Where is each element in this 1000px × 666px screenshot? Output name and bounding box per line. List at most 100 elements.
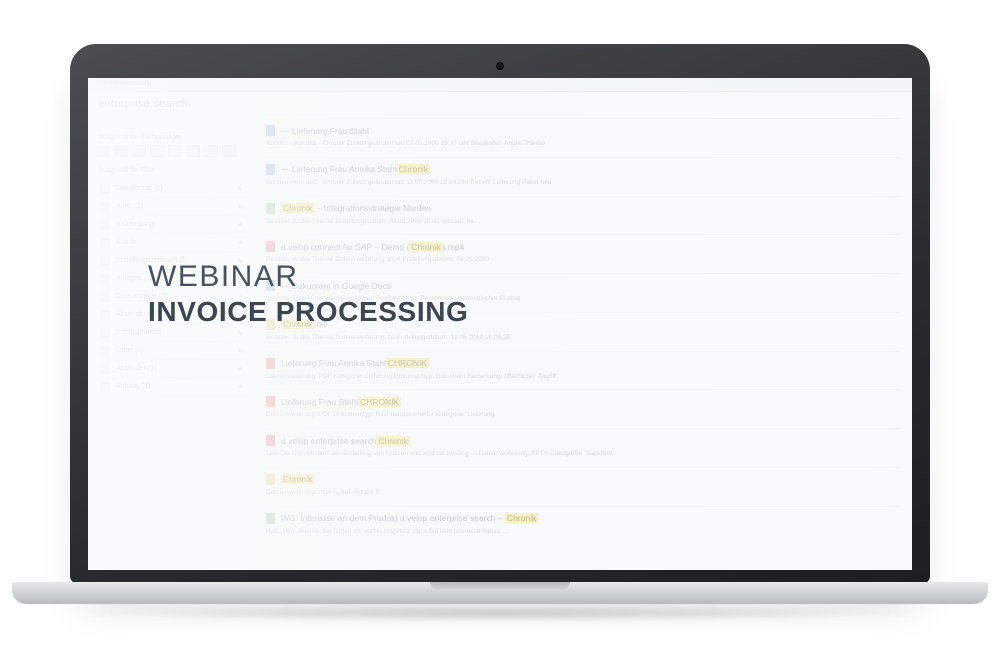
highlight: CHRONIK xyxy=(358,397,401,407)
filter-row[interactable]: Anhang (1) ▾ xyxy=(96,378,246,396)
filter-icon xyxy=(100,184,110,194)
chevron-down-icon: ▾ xyxy=(238,365,242,373)
result-title: — Lieferung Frau Annika StahlChronik xyxy=(281,164,430,174)
app-brand: enterprise search xyxy=(98,98,188,110)
filter-row[interactable]: Absender (1) ▾ xyxy=(96,306,246,324)
chevron-down-icon: ▾ xyxy=(238,185,242,193)
chevron-down-icon: ▾ xyxy=(238,383,242,391)
laptop-frame: Unternehmenssuche enterprise search Ausg… xyxy=(70,44,930,584)
chevron-down-icon: ▾ xyxy=(238,275,242,283)
filter-label: Erstellungszeitraum (1) xyxy=(116,257,188,264)
filter-row[interactable]: Absender (1)▾ xyxy=(96,360,246,378)
highlight: Chronik xyxy=(409,242,442,252)
doc-icon xyxy=(266,474,275,485)
filter-label: Absender (1) xyxy=(116,311,156,318)
filter-label: Anlagen (1) xyxy=(116,275,152,282)
result-item[interactable]: Chronik Dateierweiterung: mp4 Aufruf-Anza… xyxy=(260,467,900,506)
filter-icon xyxy=(100,346,110,356)
filter-label: Dateianzeige (2) xyxy=(116,293,167,300)
app-screenshot: Unternehmenssuche enterprise search Ausg… xyxy=(88,78,912,570)
result-meta: Besitzer: Andre Thieme Dateierweiterung:… xyxy=(266,333,894,343)
filter-label: Erfolgspriorität xyxy=(116,329,161,336)
filter-row[interactable]: Erfolgspriorität ▾ xyxy=(96,324,246,342)
result-title: Chronik – Integrationsstrategie Norden xyxy=(281,203,431,213)
filter-row[interactable]: Erstellungszeitraum (1)▾ xyxy=(96,252,246,270)
filter-label: Kunde xyxy=(116,239,136,246)
filter-row[interactable]: Label (1) ▾ xyxy=(96,342,246,360)
chevron-down-icon: ▾ xyxy=(238,221,242,229)
filter-icon xyxy=(100,310,110,320)
section-filters: Ausgewählte Filter xyxy=(98,167,246,174)
chevron-down-icon: ▾ xyxy=(238,293,242,301)
provider-icon[interactable] xyxy=(168,145,182,157)
provider-toolbar xyxy=(96,145,246,157)
filter-row[interactable]: Kunde ▾ xyxy=(96,234,246,252)
filter-row[interactable]: Bearbeitung▾ xyxy=(96,216,246,234)
filter-icon xyxy=(100,220,110,230)
result-meta: Dateierweiterung: mp4 Aufruf-Anzahl: 0 xyxy=(266,488,894,498)
result-item[interactable]: Chronik.txt Besitzer: Andre Thieme Dateie… xyxy=(260,312,900,351)
filter-row[interactable]: Dateiformat (1)▾ xyxy=(96,180,246,198)
result-item[interactable]: d.velop connect for SAP – Demo (Chronik)… xyxy=(260,234,900,273)
chevron-down-icon: ▾ xyxy=(238,239,242,247)
highlight: Chronik xyxy=(376,436,409,446)
result-meta: Besitzer: Andre Thieme Erstellungsdatum:… xyxy=(266,217,894,227)
provider-icon[interactable] xyxy=(222,145,236,157)
result-title: Lieferung Frau Annika StahlCHRONIK xyxy=(281,358,429,368)
provider-icon[interactable] xyxy=(186,145,200,157)
result-item[interactable]: Lieferung Frau Annika StahlCHRONIK Dateie… xyxy=(260,351,900,390)
result-meta: Kunden › Kunde1 · Chronik Zuletzt geände… xyxy=(266,178,894,188)
provider-icon[interactable] xyxy=(114,145,128,157)
chevron-down-icon: ▾ xyxy=(238,311,242,319)
result-item[interactable]: — Dokument in Google DocsBesitzer: Share… xyxy=(260,273,900,312)
filter-row[interactable]: Autor (1) ▾ xyxy=(96,198,246,216)
result-item[interactable]: Lieferung Frau StahlCHRONIK Dateierweiter… xyxy=(260,389,900,428)
doc-icon xyxy=(266,164,275,175)
filter-label: Anhang (1) xyxy=(116,383,151,390)
result-item[interactable]: — Lieferung Frau StahlKunden › Kunde1 · … xyxy=(260,118,900,157)
result-meta: Dateierweiterung: PDF Dokumenttyp: Rechn… xyxy=(266,410,894,420)
result-item[interactable]: Chronik – Integrationsstrategie Norden Be… xyxy=(260,196,900,235)
result-title: Chronik.txt xyxy=(281,319,326,329)
highlight: Chronik xyxy=(281,474,314,484)
filter-icon xyxy=(100,256,110,266)
filter-icon xyxy=(100,382,110,392)
result-meta: Dateierweiterung: PDF Kategorie: Lieferu… xyxy=(266,372,894,382)
result-title: — Lieferung Frau Stahl xyxy=(281,126,369,136)
laptop-screen: Unternehmenssuche enterprise search Ausg… xyxy=(88,78,912,570)
highlight: Chronik xyxy=(505,513,538,523)
result-title: Lieferung Frau StahlCHRONIK xyxy=(281,397,401,407)
filter-row[interactable]: Dateianzeige (2) ▾ xyxy=(96,288,246,306)
section-providers: Ausgewählte Suchprovider xyxy=(98,134,246,141)
provider-icon[interactable] xyxy=(132,145,146,157)
provider-icon[interactable] xyxy=(150,145,164,157)
result-meta: Hallo Herr Thieme, Sie hatten mir vorhin… xyxy=(266,527,894,537)
doc-icon xyxy=(266,203,275,214)
result-item[interactable]: — Lieferung Frau Annika StahlChronik Kund… xyxy=(260,157,900,196)
filter-icon xyxy=(100,292,110,302)
result-meta: Besitzer: Andre Thieme Dateierweiterung:… xyxy=(266,255,894,265)
camera-dot xyxy=(496,62,504,70)
filter-icon xyxy=(100,274,110,284)
sidebar: Ausgewählte Suchprovider Ausgewählte Fil… xyxy=(96,134,246,396)
filter-label: Label (1) xyxy=(116,347,144,354)
provider-icon[interactable] xyxy=(96,145,110,157)
filter-label: Autor (1) xyxy=(116,203,143,210)
filter-icon xyxy=(100,202,110,212)
result-title: d.velop enterprise searchChronik xyxy=(281,436,410,446)
doc-icon xyxy=(266,319,275,330)
doc-icon xyxy=(266,280,275,291)
highlight: CHRONIK xyxy=(386,358,429,368)
results-list: — Lieferung Frau Stahl Kunden › Kunde1 · … xyxy=(260,118,900,544)
chevron-down-icon: ▾ xyxy=(238,347,242,355)
chevron-down-icon: ▾ xyxy=(238,329,242,337)
highlight: Chronik xyxy=(281,319,314,329)
chevron-down-icon: ▾ xyxy=(238,203,242,211)
doc-icon xyxy=(266,125,275,136)
filter-row[interactable]: Anlagen (1) ▾ xyxy=(96,270,246,288)
provider-icon[interactable] xyxy=(204,145,218,157)
result-item[interactable]: d.velop enterprise searchChronikLive-Die… xyxy=(260,428,900,467)
result-item[interactable]: WG: Interesse an dem Produkt d.velop ent… xyxy=(260,506,900,545)
app-topbar: Unternehmenssuche xyxy=(88,78,912,92)
doc-icon xyxy=(266,396,275,407)
